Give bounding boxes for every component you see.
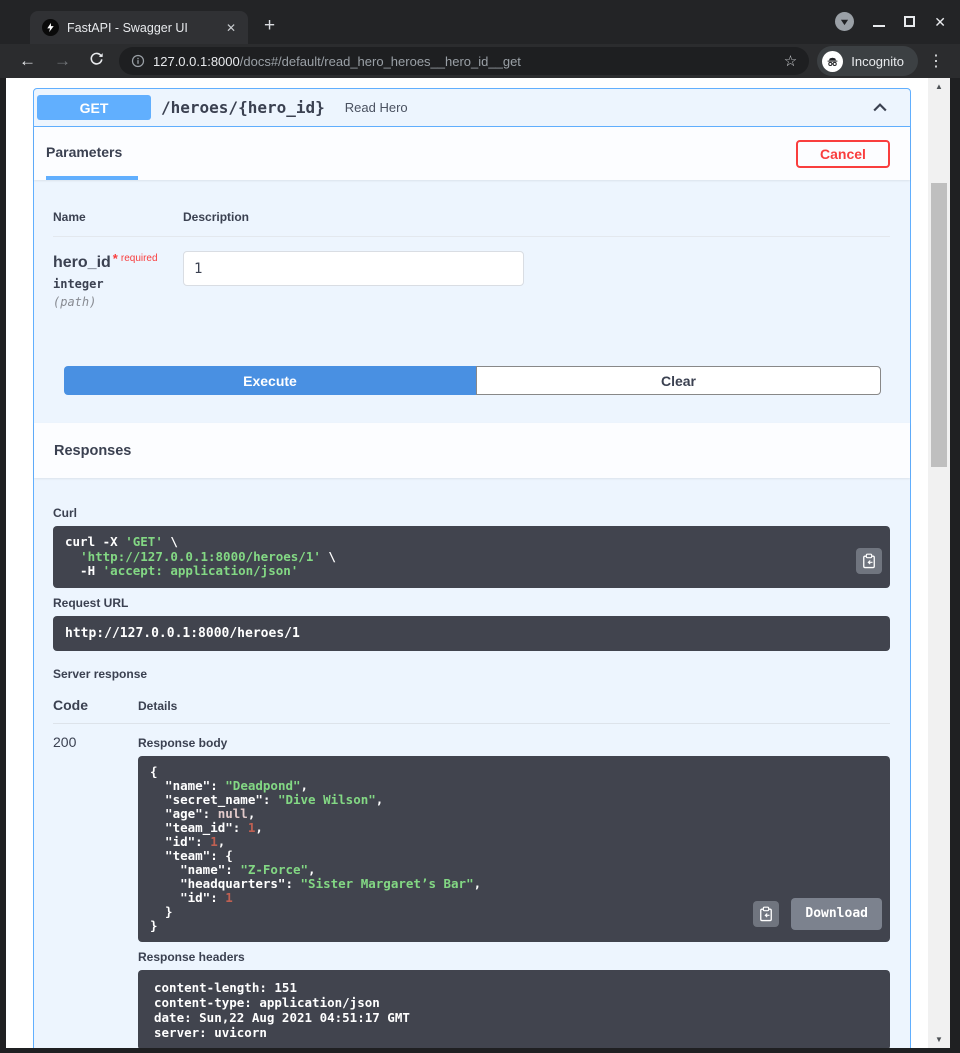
- tab-parameters[interactable]: Parameters: [46, 127, 138, 180]
- endpoint-summary: Read Hero: [345, 100, 408, 115]
- url-bar[interactable]: 127.0.0.1:8000/docs#/default/read_hero_h…: [119, 47, 809, 75]
- scroll-down-icon[interactable]: ▼: [928, 1035, 950, 1044]
- cancel-button[interactable]: Cancel: [796, 140, 890, 168]
- operation-summary[interactable]: GET /heroes/{hero_id} Read Hero: [34, 89, 910, 127]
- incognito-label: Incognito: [851, 54, 904, 69]
- operation-block: GET /heroes/{hero_id} Read Hero Paramete…: [33, 88, 911, 1048]
- parameters-header: Parameters Cancel: [34, 127, 910, 180]
- collapse-chevron-icon[interactable]: [870, 98, 890, 118]
- request-url: http://127.0.0.1:8000/heroes/1: [53, 616, 890, 651]
- download-button[interactable]: Download: [791, 898, 882, 930]
- bookmark-star-icon[interactable]: ☆: [784, 52, 797, 70]
- required-label: required: [121, 253, 158, 264]
- url-path: /docs#/default/read_hero_heroes__hero_id…: [240, 54, 521, 69]
- new-tab-button[interactable]: +: [264, 16, 275, 35]
- browser-toolbar: ← → 127.0.0.1:8000/docs#/default/read_he…: [0, 44, 960, 78]
- fastapi-favicon-icon: [42, 19, 59, 36]
- status-code: 200: [53, 734, 138, 1049]
- back-button-icon[interactable]: ←: [10, 51, 45, 71]
- responses-title: Responses: [54, 443, 131, 459]
- response-body: { "name": "Deadpond", "secret_name": "Di…: [138, 756, 890, 942]
- window-maximize-button[interactable]: [904, 16, 915, 27]
- clear-button[interactable]: Clear: [476, 366, 881, 395]
- curl-label: Curl: [53, 506, 890, 520]
- response-row: 200 Response body { "name": "Deadpond", …: [53, 734, 890, 1049]
- url-host: 127.0.0.1:8000: [153, 54, 240, 69]
- browser-menu-icon[interactable]: ⋮: [918, 51, 950, 71]
- copy-curl-button[interactable]: [856, 548, 882, 574]
- responses-header: Responses: [34, 423, 910, 478]
- forward-button-icon[interactable]: →: [45, 51, 80, 71]
- method-badge: GET: [37, 95, 151, 120]
- tab-close-icon[interactable]: ✕: [222, 21, 240, 35]
- page-scrollbar[interactable]: ▲ ▼: [928, 78, 950, 1048]
- responses-body: Curl curl -X 'GET' \ 'http://127.0.0.1:8…: [34, 478, 910, 1048]
- response-body-label: Response body: [138, 736, 890, 750]
- scrollbar-thumb[interactable]: [931, 183, 947, 467]
- reload-button-icon[interactable]: [80, 51, 113, 71]
- copy-response-button[interactable]: [753, 901, 779, 927]
- server-response-label: Server response: [53, 667, 890, 681]
- endpoint-path: /heroes/{hero_id}: [161, 98, 325, 117]
- parameter-type: integer: [53, 277, 183, 291]
- response-headers-label: Response headers: [138, 950, 890, 964]
- scroll-up-icon[interactable]: ▲: [928, 82, 950, 91]
- required-star: *: [113, 251, 118, 266]
- column-header-description: Description: [183, 210, 249, 224]
- incognito-badge: Incognito: [817, 46, 918, 76]
- parameter-row: hero_id*required integer (path): [53, 251, 890, 309]
- url-text[interactable]: 127.0.0.1:8000/docs#/default/read_hero_h…: [153, 54, 776, 69]
- browser-update-icon[interactable]: [835, 12, 854, 31]
- tab-title: FastAPI - Swagger UI: [67, 21, 214, 35]
- column-header-name: Name: [53, 210, 183, 224]
- details-column-header: Details: [138, 699, 177, 713]
- site-info-icon[interactable]: [131, 54, 145, 68]
- parameters-body: Name Description hero_id*required intege…: [34, 180, 910, 423]
- request-url-label: Request URL: [53, 596, 890, 610]
- browser-tab[interactable]: FastAPI - Swagger UI ✕: [30, 11, 248, 44]
- hero-id-input[interactable]: [183, 251, 524, 286]
- code-column-header: Code: [53, 697, 138, 713]
- page-viewport: GET /heroes/{hero_id} Read Hero Paramete…: [6, 78, 928, 1048]
- incognito-icon: [822, 51, 843, 72]
- window-close-button[interactable]: ✕: [934, 15, 946, 29]
- execute-button[interactable]: Execute: [64, 366, 476, 395]
- window-minimize-button[interactable]: [873, 25, 885, 27]
- response-headers: content-length: 151content-type: applica…: [138, 970, 890, 1049]
- parameter-location: (path): [53, 295, 183, 309]
- browser-titlebar: FastAPI - Swagger UI ✕ + ✕: [0, 0, 960, 44]
- curl-command: curl -X 'GET' \ 'http://127.0.0.1:8000/h…: [53, 526, 890, 588]
- parameter-name: hero_id: [53, 254, 111, 271]
